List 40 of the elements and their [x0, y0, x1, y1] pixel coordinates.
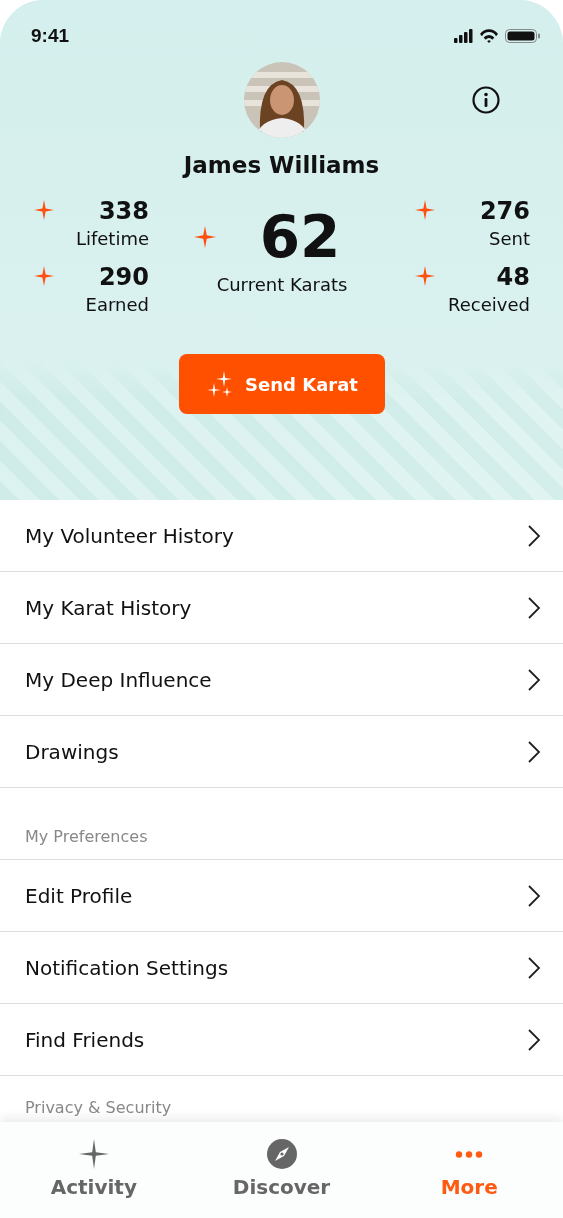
wifi-icon	[479, 29, 499, 43]
section-header: Privacy & Security	[25, 1098, 172, 1117]
profile-name: James Williams	[181, 152, 381, 178]
stat-label: Earned	[85, 293, 149, 317]
menu-item[interactable]: My Volunteer History	[0, 500, 563, 572]
tab[interactable]: Activity	[0, 1122, 188, 1218]
karat-label: Current Karats	[216, 274, 348, 295]
tab[interactable]: Discover	[187, 1122, 376, 1218]
battery-icon	[505, 29, 541, 43]
stat-value: 48	[495, 262, 530, 292]
sparkle-icon	[415, 200, 435, 220]
chevron-icon	[527, 523, 541, 548]
stat-value: 338	[97, 196, 149, 226]
chevron-icon	[527, 739, 541, 764]
signal-icon	[454, 29, 473, 43]
sparkle-icon	[34, 200, 54, 220]
info-icon[interactable]	[472, 86, 500, 114]
menu-item[interactable]: Drawings	[0, 716, 563, 788]
chevron-icon	[527, 667, 541, 692]
menu-item[interactable]: My Karat History	[0, 572, 563, 644]
menu-item[interactable]: Edit Profile	[0, 860, 563, 932]
stat-value: 276	[479, 196, 530, 226]
stat-value: 290	[97, 262, 149, 292]
menu-item[interactable]: My Deep Influence	[0, 644, 563, 716]
section-header: My Preferences	[25, 827, 148, 846]
menu-item[interactable]: Notification Settings	[0, 932, 563, 1004]
chevron-icon	[527, 883, 541, 908]
compass-icon	[266, 1139, 297, 1169]
stat-label: Received	[448, 293, 530, 317]
chevron-icon	[527, 1027, 541, 1052]
sparkle-icon	[415, 266, 435, 286]
chevron-icon	[527, 955, 541, 980]
karat-count: 62	[259, 206, 341, 268]
menu-item[interactable]: Find Friends	[0, 1004, 563, 1076]
more-icon	[455, 1151, 484, 1158]
stat-label: Sent	[488, 227, 530, 251]
stat-label: Lifetime	[75, 227, 149, 251]
chevron-icon	[527, 595, 541, 620]
status-time: 9:41	[31, 25, 70, 47]
sparkle-icon	[34, 266, 54, 286]
